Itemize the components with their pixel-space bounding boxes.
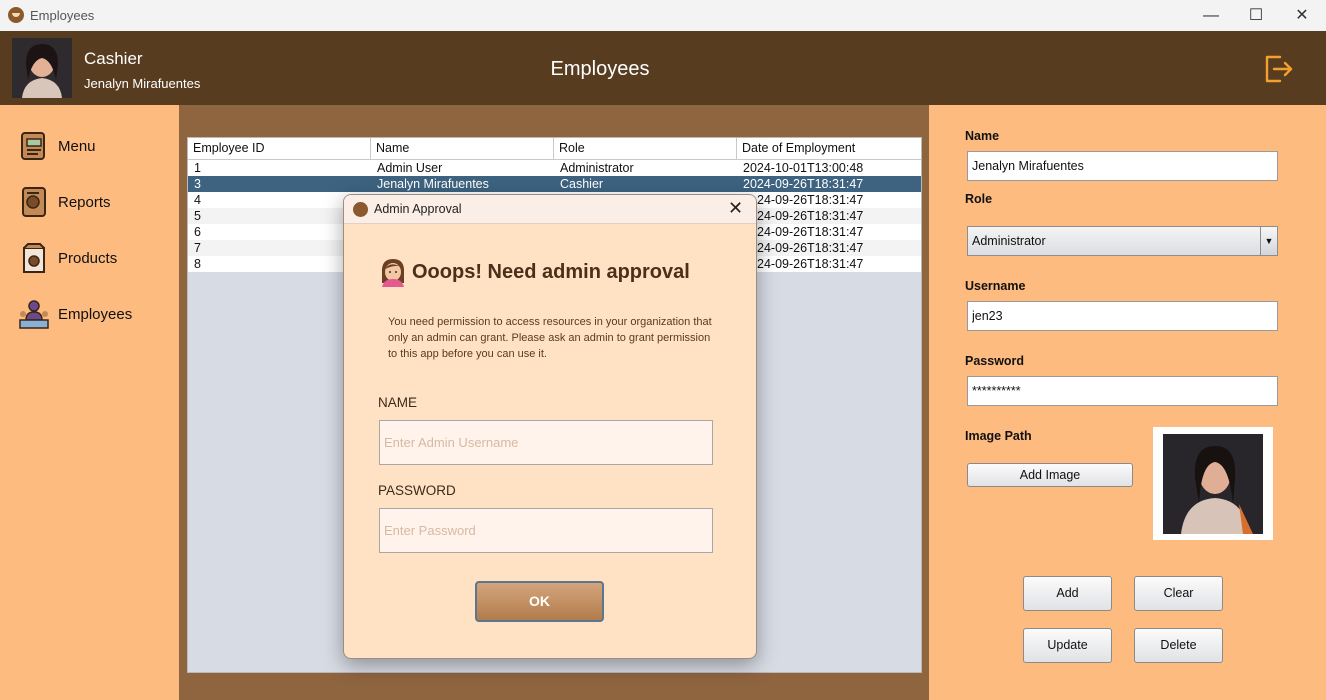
sidebar-item-label: Menu — [58, 137, 96, 155]
dialog-titlebar: Admin Approval ✕ — [344, 195, 756, 224]
app-header: Cashier Jenalyn Mirafuentes Employees — [0, 31, 1326, 105]
clear-button[interactable]: Clear — [1134, 576, 1223, 611]
admin-name-label: NAME — [378, 395, 418, 410]
column-header-id[interactable]: Employee ID — [188, 138, 371, 159]
column-header-role[interactable]: Role — [554, 138, 737, 159]
window-titlebar: Employees — ☐ ✕ — [0, 0, 1326, 32]
admin-username-input[interactable]: Enter Admin Username — [379, 420, 713, 465]
cell-id: 5 — [194, 209, 201, 223]
maximize-button[interactable]: ☐ — [1233, 0, 1279, 31]
role-label: Role — [965, 192, 993, 206]
logout-icon[interactable] — [1262, 53, 1294, 85]
minimize-button[interactable]: — — [1188, 0, 1234, 31]
cell-date: 24-09-26T18:31:47 — [757, 257, 864, 271]
column-header-date[interactable]: Date of Employment — [737, 138, 921, 159]
table-row-selected[interactable]: 3 Jenalyn Mirafuentes Cashier 2024-09-26… — [188, 176, 921, 192]
cell-id: 8 — [194, 257, 201, 271]
cell-role: Administrator — [560, 161, 634, 175]
sidebar-item-menu[interactable]: Menu — [18, 129, 168, 163]
username-field[interactable] — [967, 301, 1278, 331]
cell-date: 24-09-26T18:31:47 — [757, 225, 864, 239]
employees-icon — [18, 298, 50, 330]
cell-date: 2024-09-26T18:31:47 — [743, 177, 864, 191]
cell-id: 6 — [194, 225, 201, 239]
reports-icon — [18, 186, 50, 218]
sidebar-item-label: Employees — [58, 305, 133, 323]
admin-password-input[interactable]: Enter Password — [379, 508, 713, 553]
cell-id: 7 — [194, 241, 201, 255]
woman-emoji-icon — [378, 257, 408, 287]
sidebar-item-reports[interactable]: Reports — [18, 185, 168, 219]
cell-id: 4 — [194, 193, 201, 207]
app-logo-icon — [8, 7, 24, 23]
sidebar-item-label: Reports — [58, 193, 111, 211]
employee-photo — [1163, 434, 1263, 534]
table-row[interactable]: 1 Admin User Administrator 2024-10-01T13… — [188, 160, 921, 176]
admin-password-label: PASSWORD — [378, 483, 456, 498]
delete-button[interactable]: Delete — [1134, 628, 1223, 663]
update-button[interactable]: Update — [1023, 628, 1112, 663]
dialog-message: You need permission to access resources … — [388, 316, 712, 360]
chevron-down-icon[interactable]: ▼ — [1260, 227, 1277, 255]
password-label: Password — [965, 354, 1025, 368]
admin-approval-dialog: Admin Approval ✕ Ooops! Need admin appro… — [343, 194, 757, 659]
sidebar-item-employees[interactable]: Employees — [18, 297, 168, 331]
role-select[interactable]: Administrator ▼ — [967, 226, 1278, 256]
page-title: Employees — [550, 58, 650, 80]
column-header-name[interactable]: Name — [371, 138, 554, 159]
sidebar-item-label: Products — [58, 249, 118, 267]
sidebar-item-products[interactable]: Products — [18, 241, 168, 275]
username-label: Username — [965, 279, 1026, 293]
cell-date: 24-09-26T18:31:47 — [757, 193, 864, 207]
dialog-close-button[interactable]: ✕ — [728, 198, 743, 219]
cell-id: 1 — [194, 161, 201, 175]
products-icon — [18, 242, 50, 274]
ok-button[interactable]: OK — [475, 581, 604, 622]
menu-icon — [18, 130, 50, 162]
cell-name: Admin User — [377, 161, 443, 175]
add-button[interactable]: Add — [1023, 576, 1112, 611]
name-label: Name — [965, 129, 1000, 143]
cell-id: 3 — [194, 177, 201, 191]
image-path-label: Image Path — [965, 429, 1032, 443]
role-select-value: Administrator — [972, 234, 1046, 248]
cell-date: 2024-10-01T13:00:48 — [743, 161, 864, 175]
dialog-heading: Ooops! Need admin approval — [412, 261, 690, 283]
add-image-button[interactable]: Add Image — [967, 463, 1133, 487]
dialog-title: Admin Approval — [374, 202, 462, 216]
table-header: Employee ID Name Role Date of Employment — [188, 138, 921, 160]
name-field[interactable] — [967, 151, 1278, 181]
cell-role: Cashier — [560, 177, 604, 191]
window-close-button[interactable]: ✕ — [1279, 0, 1325, 31]
cell-name: Jenalyn Mirafuentes — [377, 177, 489, 191]
cell-date: 24-09-26T18:31:47 — [757, 209, 864, 223]
cell-date: 24-09-26T18:31:47 — [757, 241, 864, 255]
window-title: Employees — [30, 8, 95, 23]
app-logo-icon — [353, 202, 368, 217]
password-field[interactable]: ********** — [967, 376, 1278, 406]
